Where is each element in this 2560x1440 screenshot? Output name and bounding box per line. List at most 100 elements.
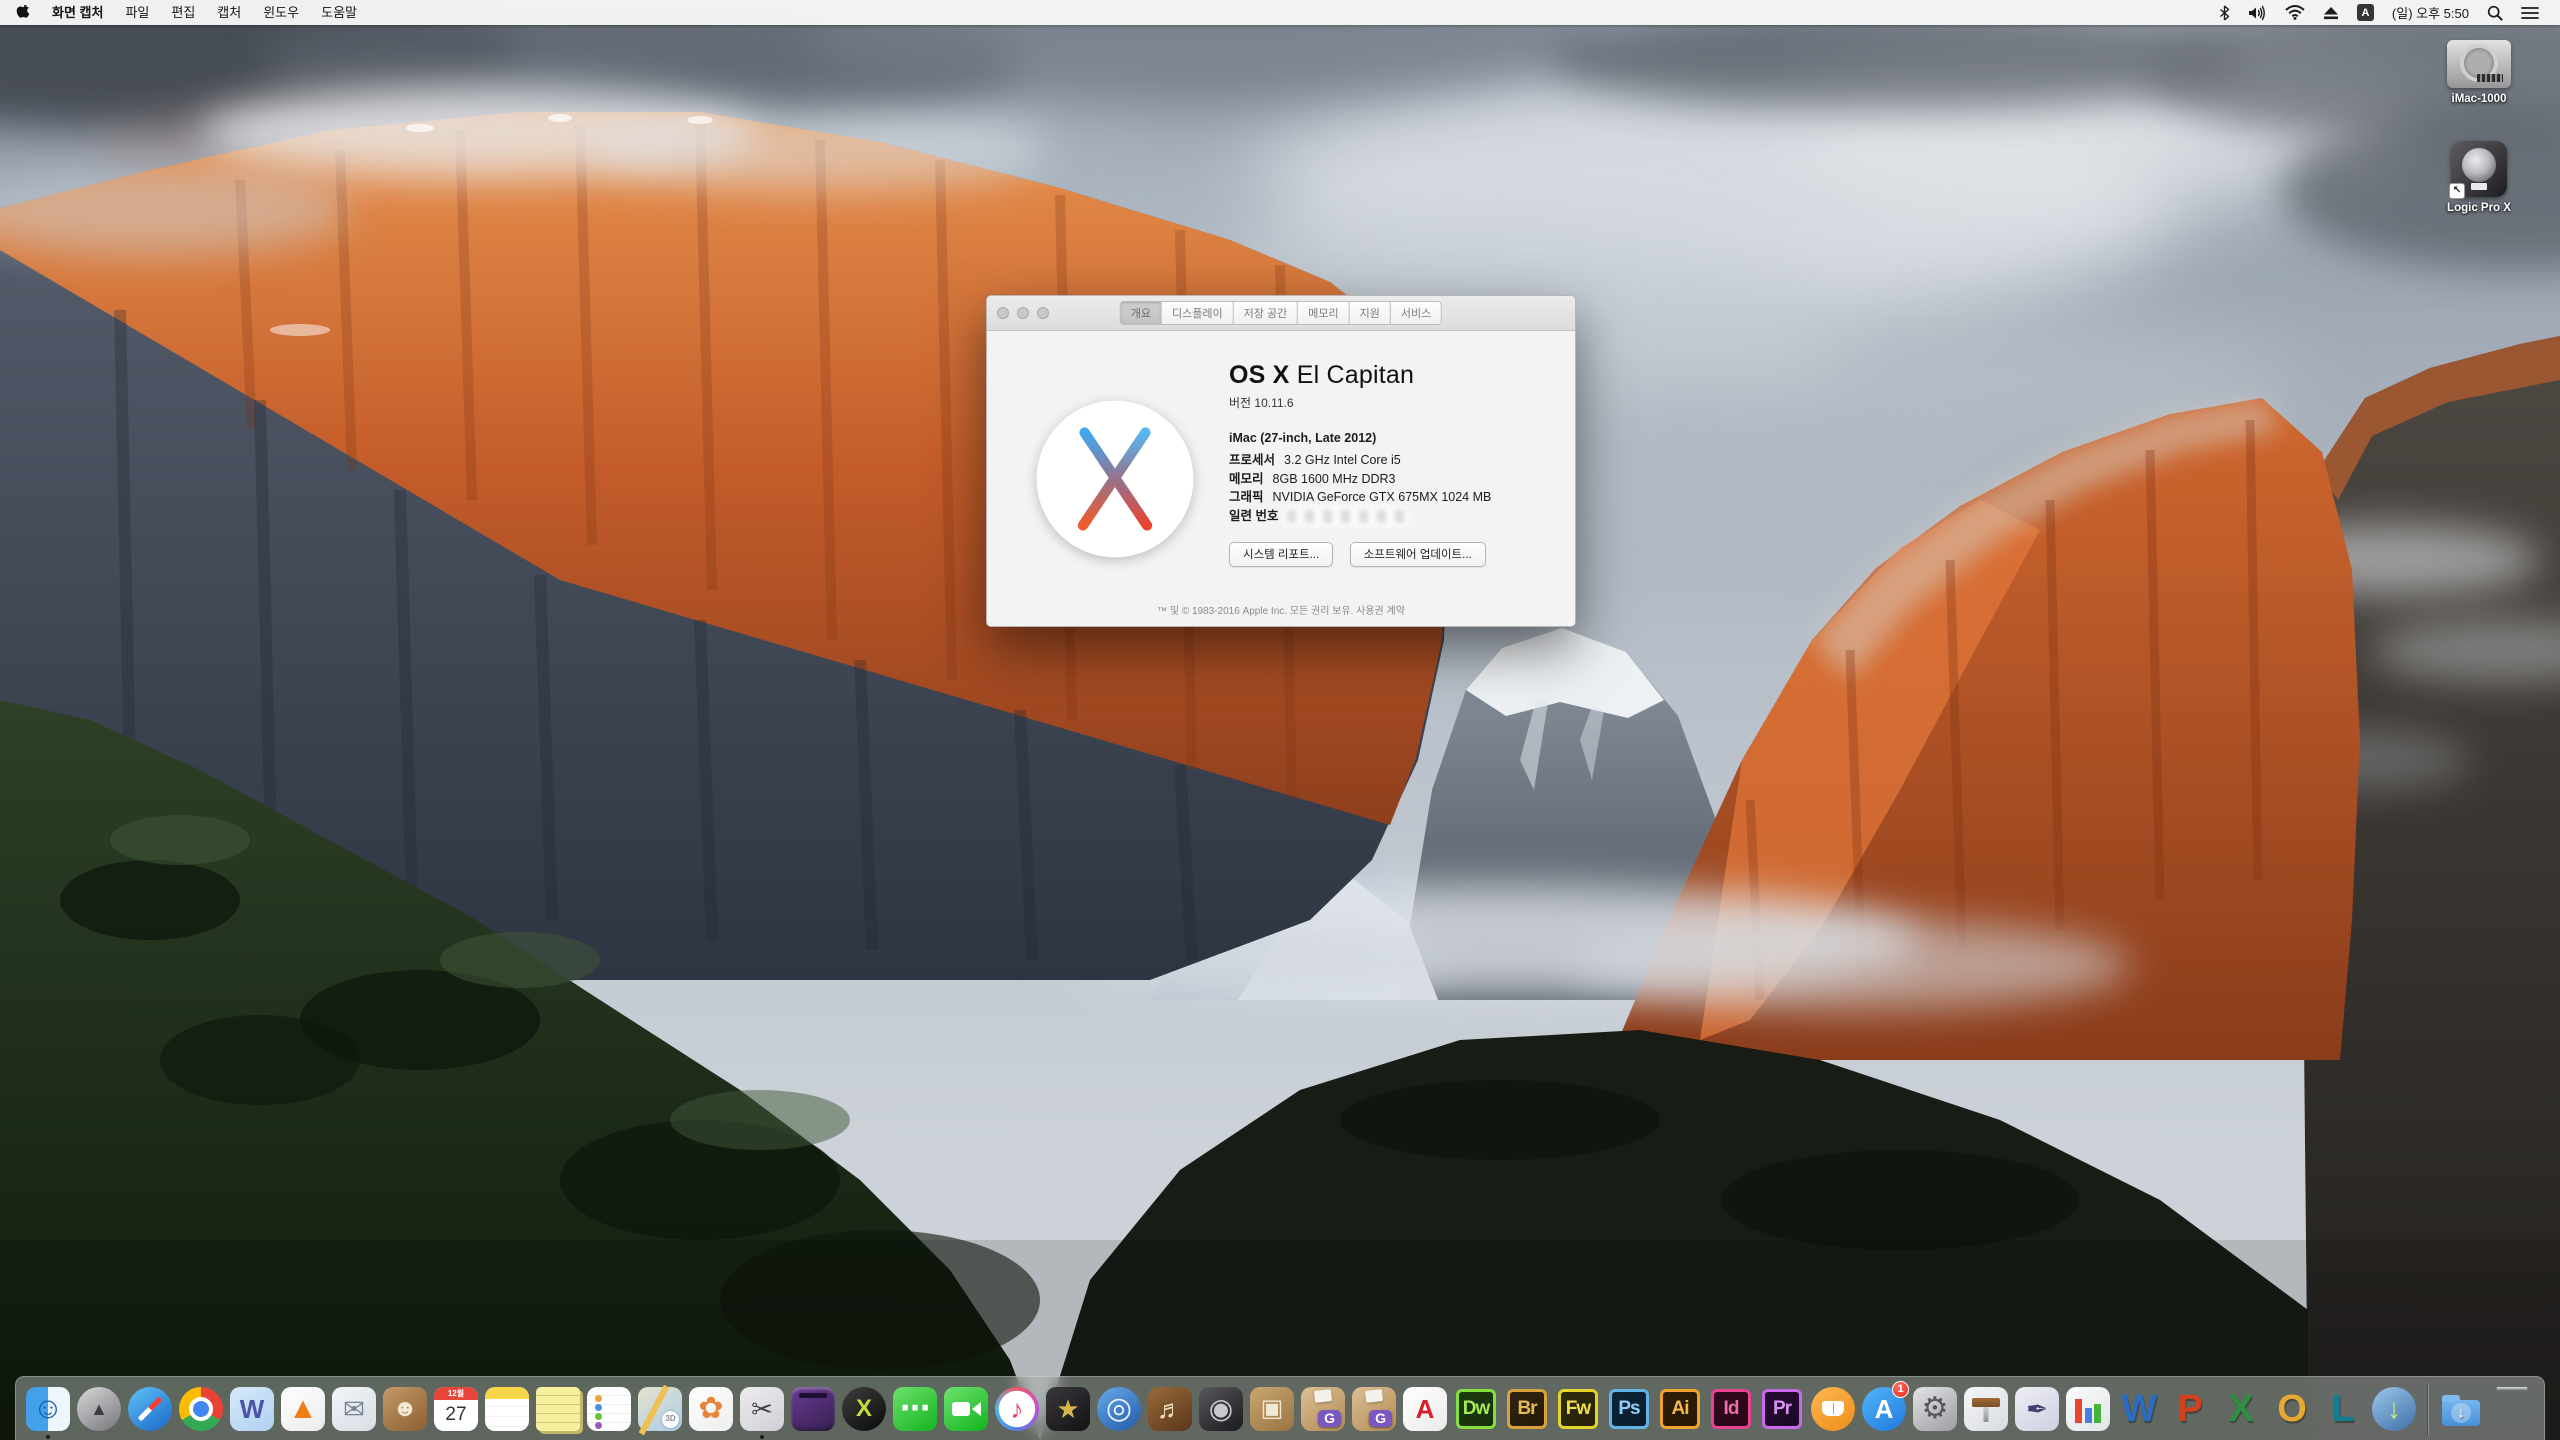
dock-item-excel[interactable]: X	[2218, 1383, 2264, 1435]
dock-item-whale-browser[interactable]: W	[229, 1383, 275, 1435]
outlook-glyph: O	[2277, 1390, 2307, 1428]
dock-item-trash[interactable]	[2489, 1383, 2535, 1435]
notification-center-icon[interactable]	[2512, 0, 2548, 25]
launchpad-icon: ▲	[77, 1387, 121, 1431]
dock-item-bridge[interactable]: Br	[1504, 1383, 1550, 1435]
dock-item-dreamweaver[interactable]: Dw	[1453, 1383, 1499, 1435]
dock-item-premiere[interactable]: Pr	[1759, 1383, 1805, 1435]
contacts-icon: ☻	[383, 1387, 427, 1431]
bluetooth-icon[interactable]	[2210, 0, 2239, 25]
dock-item-facetime[interactable]	[943, 1383, 989, 1435]
dock-item-downloads-folder[interactable]: ↓	[2438, 1383, 2484, 1435]
minimize-button[interactable]	[1017, 307, 1029, 319]
menubar-clock[interactable]: (일) 오후 5:50	[2383, 3, 2478, 22]
eject-icon[interactable]	[2314, 0, 2348, 25]
powerpoint-glyph: P	[2177, 1390, 2202, 1428]
input-source-menu[interactable]: A	[2348, 0, 2383, 25]
about-overview-pane: OS X El Capitan 버전 10.11.6 iMac (27-inch…	[987, 331, 1575, 567]
tab-storage[interactable]: 저장 공간	[1234, 301, 1299, 325]
menubar-menu-capture[interactable]: 캡처	[206, 0, 252, 25]
software-update-button[interactable]: 소프트웨어 업데이트...	[1350, 542, 1486, 567]
apple-menu[interactable]	[0, 0, 41, 25]
window-titlebar[interactable]: 개요디스플레이저장 공간메모리지원서비스	[987, 296, 1575, 331]
hard-drive-icon	[2447, 40, 2511, 88]
dock-item-launchpad[interactable]: ▲	[76, 1383, 122, 1435]
dock-item-office-chart[interactable]	[2065, 1383, 2111, 1435]
dock-item-mplayerx[interactable]: X	[841, 1383, 887, 1435]
dock-item-itunes[interactable]: ♪	[994, 1383, 1040, 1435]
system-report-button[interactable]: 시스템 리포트...	[1229, 542, 1333, 567]
gui-tar-expand-glyph: G	[1369, 1410, 1392, 1427]
dock-item-gui-tar-expand[interactable]: G	[1351, 1383, 1397, 1435]
dock-item-notes[interactable]	[484, 1383, 530, 1435]
tab-service[interactable]: 서비스	[1391, 301, 1442, 325]
serial-number-redacted	[1287, 510, 1405, 523]
mail-icon: ✉	[332, 1387, 376, 1431]
dock-item-vlc[interactable]: ▲	[280, 1383, 326, 1435]
dock-item-fireworks[interactable]: Fw	[1555, 1383, 1601, 1435]
desktop-icon-imac-1000[interactable]: iMac-1000	[2424, 40, 2534, 105]
dock-item-maps[interactable]: 3D	[637, 1383, 683, 1435]
dock-item-system-preferences[interactable]: ⚙	[1912, 1383, 1958, 1435]
dock-item-indesign[interactable]: Id	[1708, 1383, 1754, 1435]
menubar-menu-file[interactable]: 파일	[114, 0, 160, 25]
wifi-icon[interactable]	[2276, 0, 2314, 25]
chrome-icon	[179, 1387, 223, 1431]
menubar-menu-app[interactable]: 화면 캡처	[41, 0, 114, 25]
maps-icon: 3D	[638, 1387, 682, 1431]
dock-item-powerpoint[interactable]: P	[2167, 1383, 2213, 1435]
spec-serial-number: 일련 번호	[1229, 507, 1551, 526]
menubar-menu-window[interactable]: 윈도우	[252, 0, 310, 25]
excel-icon: X	[2219, 1387, 2263, 1431]
dock-item-web-downloader[interactable]: ↓	[2371, 1383, 2417, 1435]
dock-item-word[interactable]: W	[2116, 1383, 2162, 1435]
dock-item-stickies[interactable]	[535, 1383, 581, 1435]
dock-item-lync[interactable]: L	[2320, 1383, 2366, 1435]
menubar-menu-edit[interactable]: 편집	[160, 0, 206, 25]
tab-displays[interactable]: 디스플레이	[1162, 301, 1234, 325]
dock-item-outlook[interactable]: O	[2269, 1383, 2315, 1435]
dock-item-app-store[interactable]: A1	[1861, 1383, 1907, 1435]
dock-item-toast[interactable]	[790, 1383, 836, 1435]
facetime-icon	[944, 1387, 988, 1431]
dock-item-chrome[interactable]	[178, 1383, 224, 1435]
zoom-button[interactable]	[1037, 307, 1049, 319]
dock-item-photo-collage[interactable]: ▣	[1249, 1383, 1295, 1435]
menubar-menu-help[interactable]: 도움말	[310, 0, 368, 25]
dock-item-keynote[interactable]	[1963, 1383, 2009, 1435]
dock-item-garageband[interactable]: ♬	[1147, 1383, 1193, 1435]
spec-label: 프로세서	[1229, 453, 1275, 467]
dock-item-photos[interactable]: ✿	[688, 1383, 734, 1435]
dock-item-illustrator[interactable]: Ai	[1657, 1383, 1703, 1435]
dock-item-dvd-player[interactable]: ◎	[1096, 1383, 1142, 1435]
dock-item-ibooks[interactable]	[1810, 1383, 1856, 1435]
dock-item-gui-tar-compress[interactable]: G	[1300, 1383, 1346, 1435]
dock-item-finder[interactable]: ☺	[25, 1383, 71, 1435]
desktop-icon-logic-pro-x[interactable]: ↖ Logic Pro X	[2424, 141, 2534, 214]
tab-memory[interactable]: 메모리	[1298, 301, 1349, 325]
launchpad-glyph: ▲	[90, 1400, 108, 1418]
mplayerx-glyph: X	[856, 1397, 872, 1421]
dock-item-screen-capture[interactable]: ✂	[739, 1383, 785, 1435]
dock-item-acrobat-reader[interactable]: A	[1402, 1383, 1448, 1435]
os-x-logo	[1035, 399, 1195, 559]
dock-item-calendar[interactable]: 2712월	[433, 1383, 479, 1435]
dock-item-scrivener[interactable]: ✒	[2014, 1383, 2060, 1435]
dock-item-imovie[interactable]: ★	[1045, 1383, 1091, 1435]
running-indicator	[760, 1435, 764, 1439]
tab-overview[interactable]: 개요	[1120, 301, 1162, 325]
dock-item-contacts[interactable]: ☻	[382, 1383, 428, 1435]
dock-item-safari[interactable]	[127, 1383, 173, 1435]
dock-item-reminders[interactable]	[586, 1383, 632, 1435]
dock-item-photoshop[interactable]: Ps	[1606, 1383, 1652, 1435]
dock-item-mail[interactable]: ✉	[331, 1383, 377, 1435]
tab-support[interactable]: 지원	[1350, 301, 1391, 325]
logic-pro-x-icon: ◉	[1199, 1387, 1243, 1431]
dock-item-logic-pro-x[interactable]: ◉	[1198, 1383, 1244, 1435]
close-button[interactable]	[997, 307, 1009, 319]
spec-label: 그래픽	[1229, 490, 1264, 504]
dock-item-messages[interactable]: ⋯	[892, 1383, 938, 1435]
spotlight-icon[interactable]	[2478, 0, 2512, 25]
volume-icon[interactable]	[2239, 0, 2276, 25]
lync-glyph: L	[2331, 1390, 2354, 1428]
